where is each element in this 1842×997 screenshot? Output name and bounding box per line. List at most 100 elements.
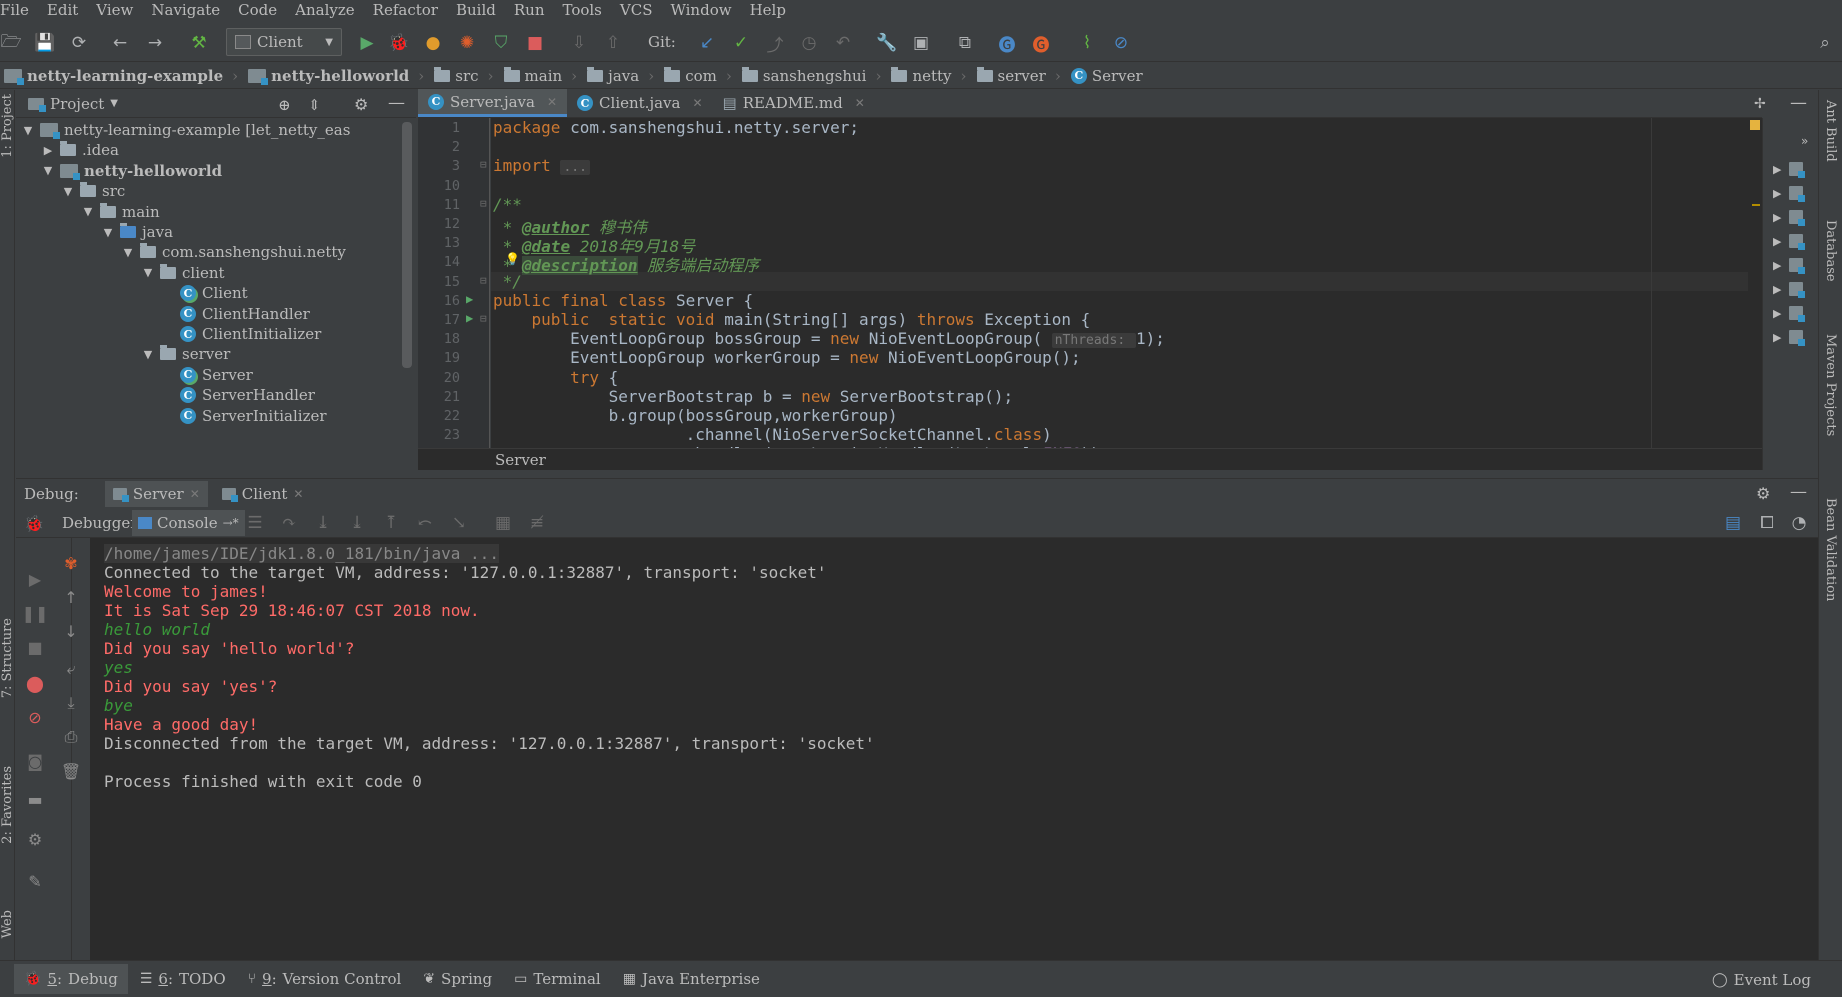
fold-marker-icon[interactable]: ⊟: [480, 197, 487, 210]
profile-icon[interactable]: ✺: [456, 32, 478, 54]
minimize-icon[interactable]: —: [1790, 482, 1807, 502]
attach-icon[interactable]: ⛉: [490, 32, 512, 54]
show-execution-point-icon[interactable]: ☰: [244, 512, 266, 534]
breadcrumb-item[interactable]: C Server: [1067, 67, 1149, 85]
scroll-to-end-icon[interactable]: ⤓: [60, 692, 82, 714]
editor-settings-icon[interactable]: ✢: [1754, 96, 1766, 112]
module-node[interactable]: ▶: [1773, 162, 1806, 178]
breadcrumb-item[interactable]: java ›: [583, 66, 660, 85]
maven-tool-tab[interactable]: Maven Projects: [1823, 334, 1838, 436]
expanded-arrow-icon[interactable]: ▼: [142, 348, 154, 361]
threads-icon[interactable]: ✾: [60, 552, 82, 574]
breadcrumb-item[interactable]: server ›: [973, 66, 1067, 85]
bottom-tool-tab[interactable]: ▭ Terminal: [504, 964, 611, 994]
sync-icon[interactable]: ⟳: [68, 32, 90, 54]
expanded-arrow-icon[interactable]: ▼: [22, 124, 34, 137]
evaluate-expression-icon[interactable]: ▦: [492, 512, 514, 534]
gear-icon[interactable]: ⚙: [1756, 484, 1770, 503]
breadcrumb-item[interactable]: main ›: [500, 66, 584, 85]
build-hammer-icon[interactable]: ⚒: [188, 32, 210, 54]
tree-node[interactable]: C ServerInitializer: [162, 404, 327, 428]
pin-icon[interactable]: ✎: [24, 870, 46, 892]
menu-analyze[interactable]: Analyze: [295, 1, 355, 19]
structure-tool-tab[interactable]: 7: Structure: [0, 618, 15, 698]
breadcrumb-item[interactable]: src ›: [430, 66, 499, 85]
bottom-tool-tab[interactable]: ▦ Java Enterprise: [613, 964, 770, 994]
chevron-down-icon[interactable]: ▼: [110, 98, 118, 109]
breadcrumb-item[interactable]: netty-helloworld ›: [244, 67, 430, 85]
restore-layout-icon[interactable]: ▤: [1722, 512, 1744, 534]
expanded-arrow-icon[interactable]: ▼: [142, 266, 154, 279]
editor-tab[interactable]: C Client.java ✕: [567, 89, 712, 117]
web-tool-tab[interactable]: Web: [0, 910, 15, 938]
git-commit-icon[interactable]: ✓: [730, 32, 752, 54]
step-into-icon[interactable]: ⤓: [312, 512, 334, 534]
debug-bug-icon[interactable]: 🐞: [388, 32, 410, 54]
project-structure-icon[interactable]: ▣: [910, 32, 932, 54]
menu-help[interactable]: Help: [750, 1, 786, 19]
run-icon[interactable]: ▶: [356, 32, 378, 54]
stop-icon[interactable]: ■: [24, 636, 46, 658]
expanded-arrow-icon[interactable]: ▼: [122, 246, 134, 259]
force-step-into-icon[interactable]: ⤓: [346, 512, 368, 534]
expanded-arrow-icon[interactable]: ▼: [102, 226, 114, 239]
menu-window[interactable]: Window: [670, 1, 731, 19]
camera-icon[interactable]: ◙: [24, 750, 46, 772]
git-history-icon[interactable]: ◷: [798, 32, 820, 54]
close-icon[interactable]: ✕: [692, 96, 702, 110]
git-update-icon[interactable]: ↙: [696, 32, 718, 54]
menu-run[interactable]: Run: [514, 1, 545, 19]
performance-gauge-icon[interactable]: ◔: [1788, 512, 1810, 534]
layout-icon[interactable]: ▬: [24, 788, 46, 810]
breadcrumb-item[interactable]: netty ›: [887, 66, 972, 85]
drop-frame-icon[interactable]: ⤺: [414, 512, 436, 534]
bottom-tool-tab[interactable]: ❦ Spring: [413, 964, 502, 994]
pause-icon[interactable]: ❚❚: [22, 602, 49, 624]
debug-session-tab[interactable]: Client ✕: [214, 481, 312, 507]
module-node[interactable]: ▶: [1773, 234, 1806, 250]
collapsed-arrow-icon[interactable]: ▶: [42, 144, 54, 157]
menu-build[interactable]: Build: [456, 1, 496, 19]
print-icon[interactable]: ⎙: [60, 726, 82, 748]
project-tool-tab[interactable]: 1: Project: [0, 94, 15, 158]
editor-breadcrumb-class[interactable]: Server: [495, 451, 546, 469]
soft-wrap-icon[interactable]: ⤶: [60, 658, 82, 680]
forward-icon[interactable]: →: [144, 32, 166, 54]
run-gutter-icon[interactable]: ▶: [466, 292, 473, 306]
expanded-arrow-icon[interactable]: ▼: [62, 185, 74, 198]
module-node[interactable]: ▶: [1773, 306, 1806, 322]
up-arrow-icon[interactable]: ↑: [60, 586, 82, 608]
run-configuration-select[interactable]: Client ▼: [226, 28, 342, 56]
expanded-arrow-icon[interactable]: ▼: [82, 205, 94, 218]
tree-scrollbar[interactable]: [402, 122, 412, 368]
bottom-tool-tab[interactable]: ☰ 6: TODO: [130, 964, 236, 994]
vcs-push-icon[interactable]: ⇧: [602, 32, 624, 54]
console-subtab[interactable]: Console →*: [132, 510, 245, 536]
git-compare-icon[interactable]: ⤴: [764, 32, 786, 56]
collapse-all-icon[interactable]: ⇕: [308, 96, 321, 114]
translate-alt-icon[interactable]: 🅖: [1030, 32, 1052, 56]
breadcrumb-item[interactable]: netty-learning-example ›: [0, 67, 244, 85]
editor-scrollbar[interactable]: [1748, 118, 1762, 448]
no-entry-icon[interactable]: ⊘: [1110, 32, 1132, 54]
console-output[interactable]: /home/james/IDE/jdk1.8.0_181/bin/java ..…: [90, 538, 1818, 960]
ant-build-tool-tab[interactable]: Ant Build: [1823, 100, 1838, 162]
expand-chevron-icon[interactable]: »: [1801, 134, 1808, 148]
module-node[interactable]: ▶: [1773, 186, 1806, 202]
module-node[interactable]: ▶: [1773, 330, 1806, 346]
sdk-manager-icon[interactable]: ⧉: [954, 32, 976, 54]
step-over-icon[interactable]: ↷: [278, 512, 300, 534]
breadcrumb-item[interactable]: sanshengshui ›: [738, 66, 888, 85]
module-node[interactable]: ▶: [1773, 258, 1806, 274]
menu-tools[interactable]: Tools: [562, 1, 601, 19]
run-to-cursor-icon[interactable]: ↘: [448, 512, 470, 534]
debugger-subtab[interactable]: Debugger: [56, 510, 143, 536]
menu-code[interactable]: Code: [238, 1, 277, 19]
bottom-tool-tab[interactable]: ⑂ 9: Version Control: [238, 964, 412, 994]
fold-marker-icon[interactable]: ⊟: [480, 312, 487, 325]
mute-breakpoints-icon[interactable]: ⊘: [24, 706, 46, 728]
favorites-tool-tab[interactable]: 2: Favorites: [0, 766, 15, 844]
editor-tab[interactable]: ▤ README.md ✕: [713, 89, 875, 117]
debug-session-tab[interactable]: Server ✕: [104, 480, 208, 507]
resume-icon[interactable]: ▶: [24, 568, 46, 590]
